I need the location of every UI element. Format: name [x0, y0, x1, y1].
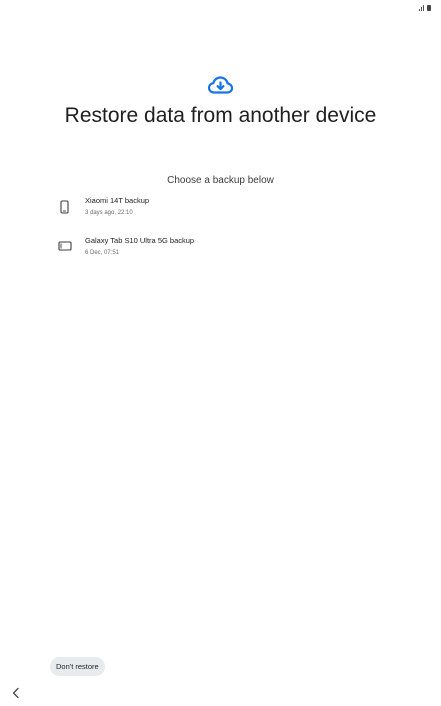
tablet-icon	[58, 241, 72, 251]
cloud-download-icon	[208, 76, 233, 94]
battery-icon	[427, 5, 431, 11]
phone-icon	[60, 200, 69, 214]
page-title: Restore data from another device	[64, 104, 377, 127]
backup-item-galaxy-tab[interactable]: Galaxy Tab S10 Ultra 5G backup 6 Dec, 07…	[52, 233, 392, 263]
backup-item-title: Xiaomi 14T backup	[85, 196, 150, 205]
backup-item-xiaomi[interactable]: Xiaomi 14T backup 3 days ago, 22:10	[52, 193, 392, 223]
status-bar	[419, 3, 431, 11]
backup-item-date: 3 days ago, 22:10	[85, 210, 133, 216]
backup-item-date: 6 Dec, 07:51	[85, 250, 120, 256]
backup-list-subtitle: Choose a backup below	[167, 175, 274, 186]
signal-icon	[419, 5, 424, 11]
backup-item-title: Galaxy Tab S10 Ultra 5G backup	[85, 236, 195, 245]
dont-restore-button[interactable]: Don't restore	[50, 657, 105, 676]
back-chevron-icon[interactable]	[9, 686, 23, 700]
